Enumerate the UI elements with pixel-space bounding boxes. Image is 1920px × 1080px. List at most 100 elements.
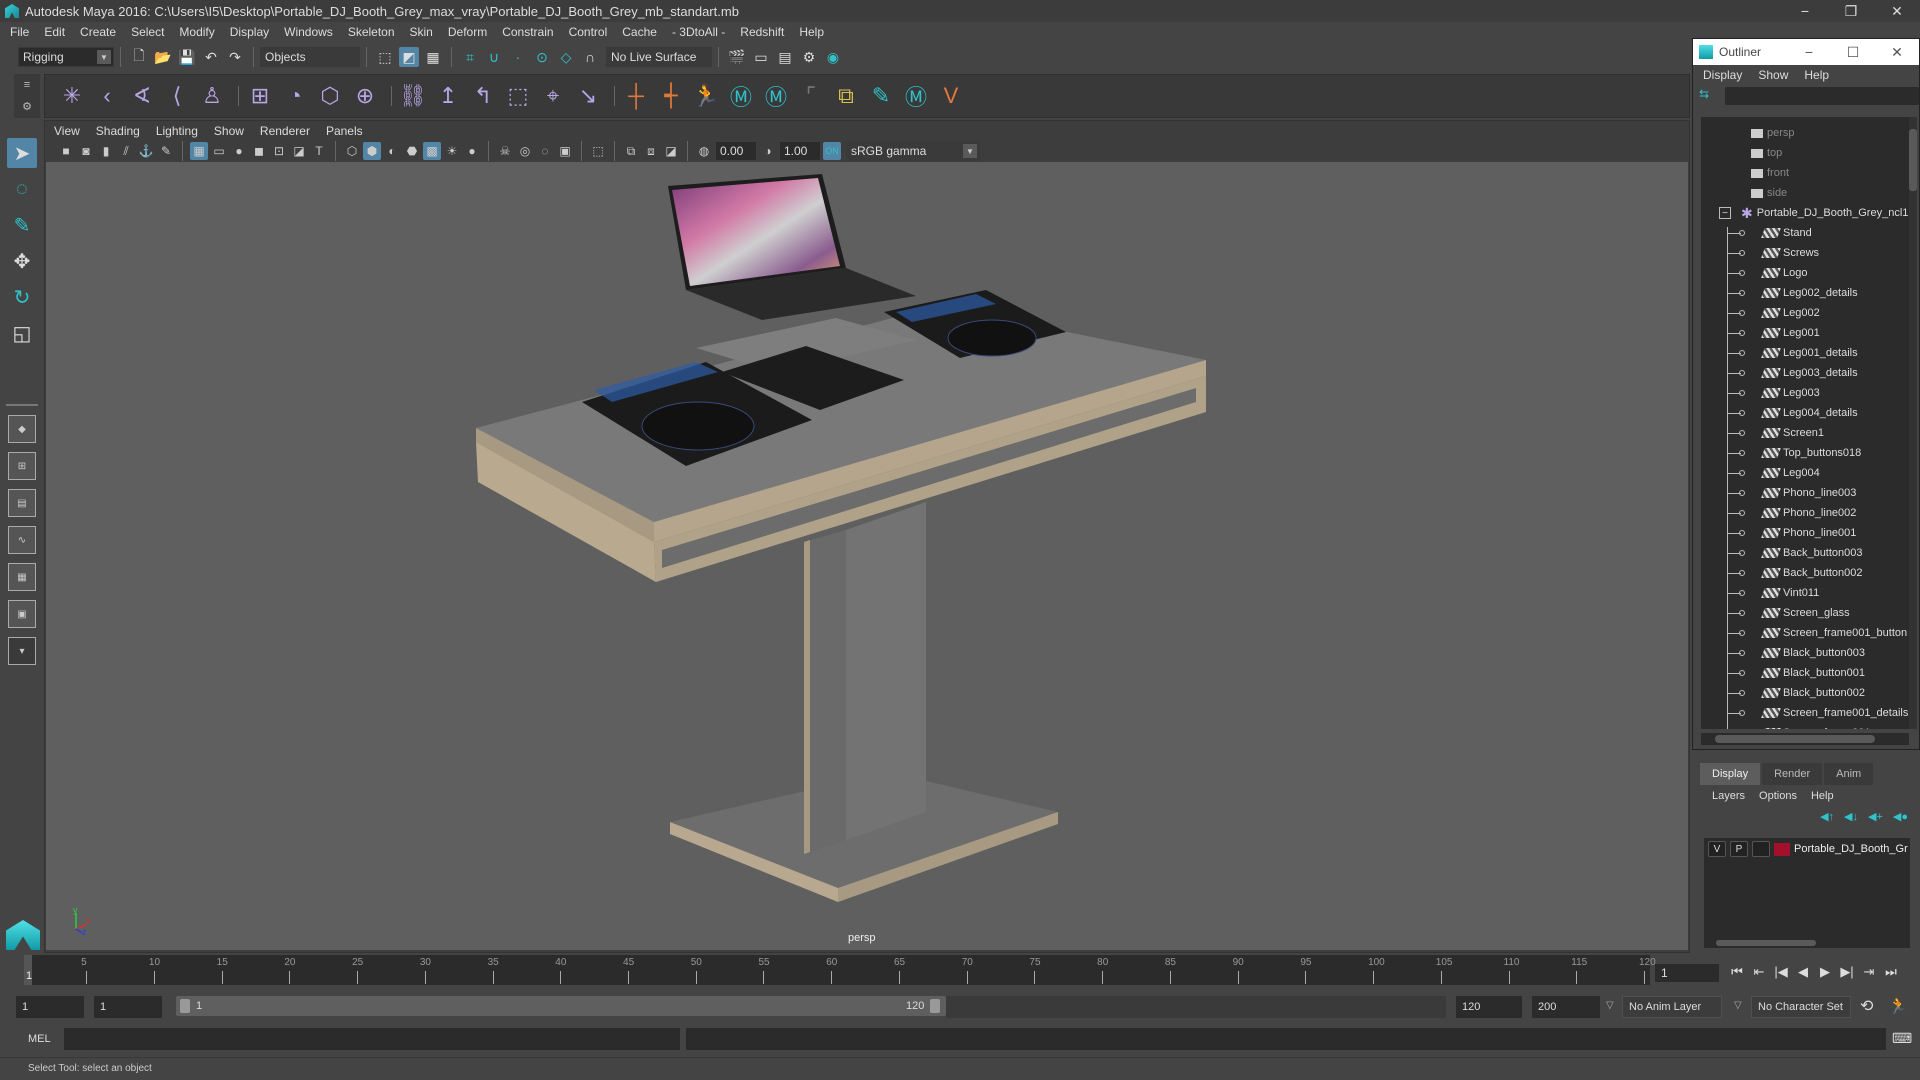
auto-key-icon[interactable]: ⟲ (1860, 996, 1873, 1016)
maya-tool-c-icon[interactable]: Ⓜ (901, 81, 931, 111)
go-to-start-icon[interactable]: ⏮ (1726, 960, 1748, 984)
outliner-item[interactable]: Stand (1701, 223, 1909, 243)
xray-components-icon[interactable]: ⧈ (642, 142, 660, 160)
color-space-dropdown[interactable]: sRGB gamma ▼ (846, 141, 980, 161)
curve-tool-icon[interactable]: V (936, 81, 966, 111)
empty-slot-icon[interactable]: ⌜ (796, 81, 826, 111)
go-to-end-icon[interactable]: ⏭ (1880, 960, 1902, 984)
chevron-down-icon[interactable]: ▽ (1606, 1000, 1614, 1011)
layer-menu-help[interactable]: Help (1811, 790, 1834, 802)
paint-weights-icon[interactable]: ◔ (280, 81, 310, 111)
outliner-vertical-scroll-thumb[interactable] (1909, 129, 1917, 191)
lattice-icon[interactable]: ⬡ (315, 81, 345, 111)
layout-hypershade-persp-icon[interactable]: ▦ (8, 563, 36, 591)
current-frame-field[interactable]: 1 (1655, 964, 1719, 982)
menu-edit[interactable]: Edit (44, 25, 65, 39)
step-forward-frame-icon[interactable]: ⇥ (1858, 960, 1880, 984)
layout-four-view-icon[interactable]: ⊞ (8, 452, 36, 480)
playback-end-field[interactable]: 120 (1456, 996, 1522, 1018)
layout-persp-graph-hypershade-icon[interactable]: ▣ (8, 600, 36, 628)
gamma-icon[interactable]: ◑ (759, 142, 777, 160)
layout-persp-outliner-icon[interactable]: ▤ (8, 489, 36, 517)
outliner-menu-show[interactable]: Show (1758, 68, 1788, 82)
color-management-toggle-icon[interactable]: ON (823, 142, 841, 160)
render-settings-icon[interactable]: 🎬 (727, 47, 747, 67)
command-input[interactable] (64, 1028, 680, 1050)
ambient-occlusion-icon[interactable]: ● (463, 142, 481, 160)
maya-tool-b-icon[interactable]: Ⓜ (761, 81, 791, 111)
select-hierarchy-icon[interactable]: ⬚ (375, 47, 395, 67)
play-forwards-icon[interactable]: ▶ (1814, 960, 1836, 984)
scale-constraint-icon[interactable]: ⬚ (503, 81, 533, 111)
isolate-select-icon[interactable]: ▣ (556, 142, 574, 160)
gamma-field[interactable]: 1.00 (780, 142, 820, 160)
maya-tool-a-icon[interactable]: Ⓜ (726, 81, 756, 111)
exposure-icon[interactable]: ◍ (695, 142, 713, 160)
selection-mode-dropdown[interactable]: Objects (260, 47, 360, 67)
outliner-item-persp[interactable]: persp (1701, 123, 1909, 143)
exposure-field[interactable]: 0.00 (716, 142, 756, 160)
outliner-item-top[interactable]: top (1701, 143, 1909, 163)
select-tool-icon[interactable]: ➤ (7, 138, 37, 168)
use-all-lights-icon[interactable]: ▩ (423, 142, 441, 160)
point-constraint-icon[interactable]: ↥ (433, 81, 463, 111)
xray-joints-icon[interactable]: ⧉ (622, 142, 640, 160)
outliner-item[interactable]: Black_button001 (1701, 663, 1909, 683)
image-plane-icon[interactable]: ⫽ (117, 142, 135, 160)
visibility-toggle[interactable]: V (1708, 841, 1726, 857)
new-layer-selected-icon[interactable]: ◀● (1893, 810, 1908, 823)
paint-select-tool-icon[interactable]: ✎ (7, 210, 37, 240)
step-forward-key-icon[interactable]: ▶| (1836, 960, 1858, 984)
camera-attributes-icon[interactable]: ◙ (77, 142, 95, 160)
undo-icon[interactable]: ↶ (201, 47, 221, 67)
layer-color-swatch[interactable] (1774, 842, 1790, 856)
layer-name[interactable]: Portable_DJ_Booth_Gr (1794, 843, 1908, 855)
snap-curve-icon[interactable]: ∪ (484, 47, 504, 67)
pole-vector-icon[interactable]: ↘ (573, 81, 603, 111)
vp-menu-show[interactable]: Show (214, 124, 244, 138)
key-constraint-icon[interactable]: ┽ (656, 81, 686, 111)
ik-handle-icon[interactable]: ‹ (92, 81, 122, 111)
vp-menu-view[interactable]: View (54, 124, 80, 138)
outliner-item-front[interactable]: front (1701, 163, 1909, 183)
shadows-icon[interactable]: ☀ (443, 142, 461, 160)
gear-icon[interactable]: ⚙ (22, 100, 32, 113)
orient-constraint-icon[interactable]: ↰ (468, 81, 498, 111)
menu-3dtoall[interactable]: - 3DtoAll - (672, 25, 725, 39)
outliner-item[interactable]: Leg003_details (1701, 363, 1909, 383)
outliner-vertical-scrollbar[interactable] (1909, 117, 1917, 729)
restore-button[interactable]: ❐ (1828, 0, 1874, 22)
menu-file[interactable]: File (10, 25, 29, 39)
resolution-gate-icon[interactable]: ● (230, 142, 248, 160)
safe-title-icon[interactable]: T (310, 142, 328, 160)
menu-select[interactable]: Select (131, 25, 164, 39)
range-slider-bar[interactable] (176, 996, 946, 1016)
aim-constraint-icon[interactable]: ⌖ (538, 81, 568, 111)
anti-aliasing-icon[interactable]: ◎ (516, 142, 534, 160)
menu-cache[interactable]: Cache (622, 25, 657, 39)
field-chart-icon[interactable]: ⊡ (270, 142, 288, 160)
xray-icon[interactable]: ⬚ (589, 142, 607, 160)
outliner-item[interactable]: Screen_frame001_details (1701, 703, 1909, 723)
cluster-icon[interactable]: ⊕ (350, 81, 380, 111)
ik-spline-icon[interactable]: ∢ (127, 81, 157, 111)
hypershade-icon[interactable]: ◉ (823, 47, 843, 67)
outliner-item[interactable]: Screen1 (1701, 423, 1909, 443)
layer-menu-layers[interactable]: Layers (1712, 790, 1745, 802)
filter-toggle-icon[interactable]: ⇆ (1699, 87, 1719, 105)
command-language-label[interactable]: MEL (28, 1033, 51, 1045)
move-layer-down-icon[interactable]: ◀↓ (1844, 810, 1858, 823)
menu-display[interactable]: Display (230, 25, 269, 39)
layer-row[interactable]: V P Portable_DJ_Booth_Gr (1704, 838, 1910, 860)
range-end-handle[interactable] (930, 999, 940, 1013)
vp-menu-shading[interactable]: Shading (96, 124, 140, 138)
outliner-item[interactable]: Leg001 (1701, 323, 1909, 343)
outliner-item[interactable]: Leg002_details (1701, 283, 1909, 303)
vp-menu-panels[interactable]: Panels (326, 124, 363, 138)
anim-layer-dropdown[interactable]: No Anim Layer (1622, 996, 1722, 1018)
bind-skin-icon[interactable]: ⊞ (245, 81, 275, 111)
more-layouts-icon[interactable]: ▾ (8, 637, 36, 665)
wireframe-icon[interactable]: ⬡ (343, 142, 361, 160)
playback-toggle[interactable]: P (1730, 841, 1748, 857)
outliner-close-button[interactable]: ✕ (1875, 39, 1919, 65)
